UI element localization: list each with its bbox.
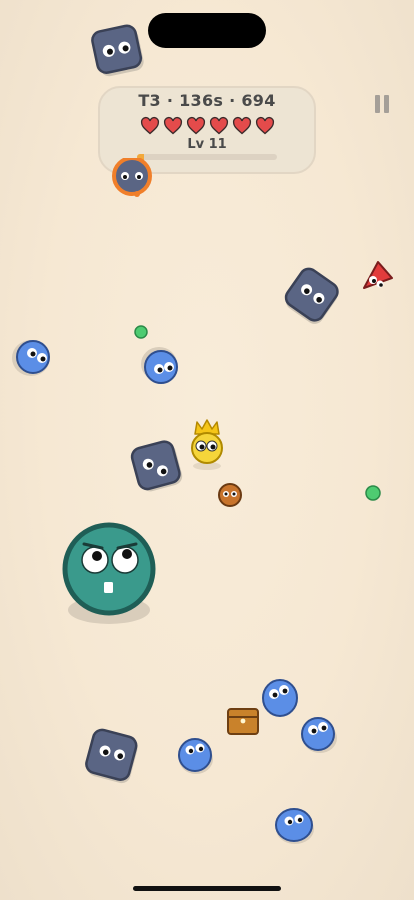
blue-blob-enemy	[301, 717, 337, 753]
teal-boss-enemy	[62, 522, 156, 624]
xp-bar	[137, 154, 277, 160]
pause-icon[interactable]	[371, 94, 393, 116]
heart-icon	[186, 116, 206, 135]
heart-icon	[140, 116, 160, 135]
crown-icon	[194, 419, 220, 435]
fire-ring-enemy	[112, 158, 152, 197]
health-hearts	[140, 116, 275, 136]
blue-blob-enemy	[262, 679, 298, 717]
heart-icon	[232, 116, 252, 135]
red-triangle-enemy	[363, 261, 393, 289]
grey-block-enemy	[91, 24, 144, 77]
player-character	[191, 419, 223, 470]
grey-block-enemy	[85, 728, 138, 784]
grey-block-enemy	[130, 440, 183, 492]
home-indicator[interactable]	[133, 886, 281, 891]
blue-blob-enemy	[178, 738, 213, 774]
level-label: Lv 11	[187, 137, 227, 152]
dynamic-island	[148, 13, 266, 48]
heart-icon	[163, 116, 183, 135]
xp-gem-icon	[134, 325, 148, 339]
heart-icon	[209, 116, 229, 135]
treasure-chest-icon	[227, 708, 259, 735]
small-orange-enemy	[218, 483, 242, 507]
blue-blob-enemy	[141, 347, 178, 384]
stats-readout: T3 · 136s · 694	[138, 91, 276, 110]
xp-gem-icon	[365, 485, 381, 501]
heart-icon	[255, 116, 275, 135]
blue-blob-enemy	[12, 340, 50, 376]
grey-block-enemy	[284, 267, 339, 324]
blue-blob-enemy	[275, 808, 314, 844]
